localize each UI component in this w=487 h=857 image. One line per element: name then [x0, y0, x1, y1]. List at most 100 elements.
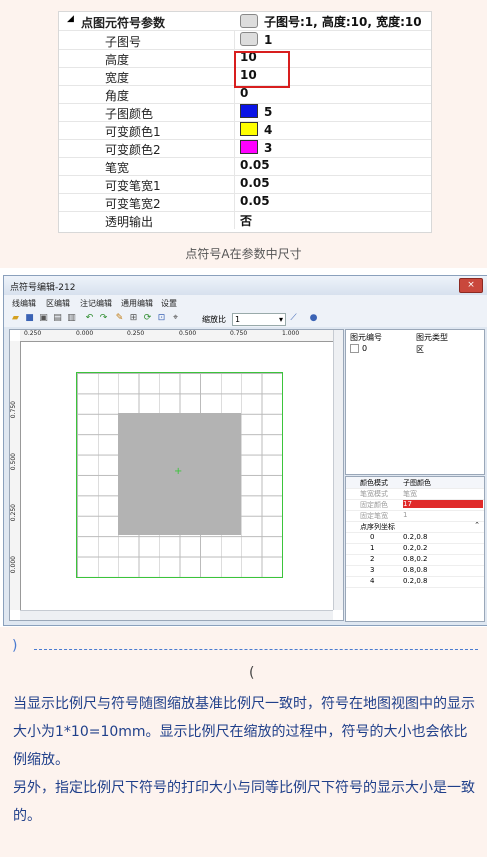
zoom-label: 缩放比	[202, 315, 226, 324]
prop-row[interactable]: 可变颜色2 3	[59, 139, 431, 158]
prop-value[interactable]: 4	[240, 122, 272, 137]
checkbox[interactable]	[350, 344, 359, 353]
toolbar: ▰ ■ ▣ ▤ ▥ ↶ ↷ ✎ ⊞ ⟳ ⊡ ⌖ 缩放比 1 ▾ ⟋ ●	[4, 311, 487, 327]
paragraph-1: 当显示比例尺与符号随图缩放基准比例尺一致时，符号在地图视图中的显示大小为1*10…	[13, 696, 475, 768]
zoom-value: 1	[235, 315, 241, 324]
circle-glyph: (	[249, 665, 255, 681]
color-swatch	[240, 122, 258, 136]
element-type: 区	[416, 345, 424, 354]
coord-index: 0	[370, 533, 375, 541]
open-folder-icon[interactable]: ▰	[10, 313, 21, 324]
highlight-box	[234, 51, 290, 88]
prop-value[interactable]: 0	[240, 86, 248, 100]
export-icon[interactable]: ▥	[66, 313, 77, 324]
coord-value[interactable]: 0.8,0.8	[403, 566, 428, 574]
zoom-select[interactable]: 1 ▾	[232, 313, 286, 326]
prop-value[interactable]: 0.05	[240, 176, 270, 190]
window-title: 点符号编辑-212	[10, 283, 76, 293]
save-icon[interactable]: ■	[24, 313, 35, 324]
prop-value[interactable]: 3	[240, 140, 272, 155]
grid-icon[interactable]: ⊞	[128, 313, 139, 324]
caption: 点符号A在参数中尺寸	[185, 247, 302, 261]
collapse-triangle-icon[interactable]: ◢	[67, 14, 74, 24]
center-cross-icon: +	[174, 466, 183, 477]
element-list-panel: 图元编号 图元类型 0 区	[345, 329, 485, 475]
vertical-scrollbar[interactable]	[333, 330, 343, 610]
horizontal-scrollbar[interactable]	[20, 610, 333, 620]
ruler-tick-label: 0.250	[10, 504, 17, 522]
ruler-tick-label: 0.250	[24, 330, 42, 337]
coord-value[interactable]: 0.2,0.8	[403, 577, 428, 585]
circle-tool-icon[interactable]: ●	[308, 313, 319, 324]
prop-value[interactable]: 0.05	[240, 194, 270, 208]
coord-index: 1	[370, 544, 375, 552]
redo-icon[interactable]: ↷	[98, 313, 109, 324]
canvas-area[interactable]: 0.250 0.000 0.250 0.500 0.750 1.000 0.75…	[9, 329, 344, 621]
list-header-id[interactable]: 图元编号	[350, 332, 382, 343]
attr-value: 1	[403, 511, 408, 519]
property-panel: ◢ 点图元符号参数 子图号:1, 高度:10, 宽度:10 子图号 1 高度 10 …	[58, 11, 432, 233]
prop-row[interactable]: 子图颜色 5	[59, 103, 431, 122]
page: ◢ 点图元符号参数 子图号:1, 高度:10, 宽度:10 子图号 1 高度 1 0 …	[0, 0, 487, 857]
pointer-icon[interactable]: ⌖	[170, 313, 181, 324]
menu-annotation-edit[interactable]: 注记编辑	[80, 298, 112, 309]
prop-name: 笔宽	[105, 161, 130, 175]
coord-value[interactable]: 0.8,0.2	[403, 555, 428, 563]
prop-header-value: 子图号:1, 高度:10, 宽度:10	[240, 13, 422, 30]
ruler-tick-label: 0.750	[10, 401, 17, 419]
prop-value[interactable]: 否	[240, 212, 252, 229]
ruler-tick-label: 0.500	[179, 330, 197, 337]
title-bar: 点符号编辑-212 ×	[4, 276, 487, 295]
brush-icon[interactable]: ✎	[114, 313, 125, 324]
undo-icon[interactable]: ↶	[84, 313, 95, 324]
prop-row[interactable]: 笔宽 0.05	[59, 157, 431, 176]
prop-name: 子图号	[105, 35, 142, 49]
attr-name: 固定笔宽	[360, 512, 388, 520]
attr-name: 颜色模式	[360, 479, 388, 487]
coord-value[interactable]: 0.2,0.8	[403, 533, 428, 541]
prop-row[interactable]: 可变颜色1 4	[59, 121, 431, 140]
prop-value[interactable]: 5	[240, 104, 272, 119]
prop-row[interactable]: 透明输出 否	[59, 211, 431, 229]
prop-row[interactable]: 可变笔宽2 0.05	[59, 193, 431, 212]
attr-value: 笔宽	[403, 490, 417, 498]
menu-general-edit[interactable]: 通用编辑	[121, 298, 153, 309]
line-tool-icon[interactable]: ⟋	[288, 313, 299, 324]
attr-value: 17	[403, 500, 483, 508]
chevron-down-icon: ▾	[278, 315, 283, 324]
prop-name: 子图颜色	[105, 107, 154, 121]
ellipse-icon	[240, 32, 258, 46]
attribute-panel: 颜色模式 子图颜色 笔宽模式 笔宽 固定颜色 17 固定笔宽 1 点序列坐标 ⌃ 0 0.2…	[345, 476, 485, 622]
menu-area-edit[interactable]: 区编辑	[46, 298, 70, 309]
prop-name: 可变笔宽2	[105, 197, 161, 211]
attr-name: 固定颜色	[360, 501, 388, 509]
ruler-top: 0.250 0.000 0.250 0.500 0.750 1.000	[20, 330, 333, 342]
coord-header-label: 点序列坐标	[360, 523, 395, 531]
color-swatch	[240, 104, 258, 118]
symbol-editor-window: 点符号编辑-212 × 线编辑 区编辑 注记编辑 通用编辑 设置 ▰ ■ ▣ ▤…	[3, 275, 487, 626]
prop-row[interactable]: 可变笔宽1 0.05	[59, 175, 431, 194]
prop-row[interactable]: 子图号 1	[59, 31, 431, 50]
coord-row[interactable]: 4 0.2,0.8	[346, 576, 484, 588]
prop-name: 透明输出	[105, 215, 154, 229]
attr-value: 子图颜色	[403, 479, 431, 487]
prop-value[interactable]: 0.05	[240, 158, 270, 172]
prop-value: 1	[240, 32, 272, 47]
prop-name: 角度	[105, 89, 130, 103]
menu-settings[interactable]: 设置	[161, 298, 177, 309]
import-icon[interactable]: ▤	[52, 313, 63, 324]
save-as-icon[interactable]: ▣	[38, 313, 49, 324]
chevron-up-icon[interactable]: ⌃	[474, 521, 480, 529]
coord-value[interactable]: 0.2,0.2	[403, 544, 428, 552]
refresh-icon[interactable]: ⟳	[142, 313, 153, 324]
prop-name: 可变笔宽1	[105, 179, 161, 193]
select-icon[interactable]: ⊡	[156, 313, 167, 324]
attr-name: 笔宽模式	[360, 490, 388, 498]
list-header-type[interactable]: 图元类型	[416, 332, 448, 343]
list-item[interactable]: 0 区	[346, 343, 484, 354]
coord-index: 4	[370, 577, 375, 585]
menu-line-edit[interactable]: 线编辑	[12, 298, 36, 309]
prop-header-label: 点图元符号参数	[81, 16, 166, 30]
prop-header-row[interactable]: ◢ 点图元符号参数 子图号:1, 高度:10, 宽度:10	[59, 12, 431, 31]
close-button[interactable]: ×	[459, 278, 483, 293]
